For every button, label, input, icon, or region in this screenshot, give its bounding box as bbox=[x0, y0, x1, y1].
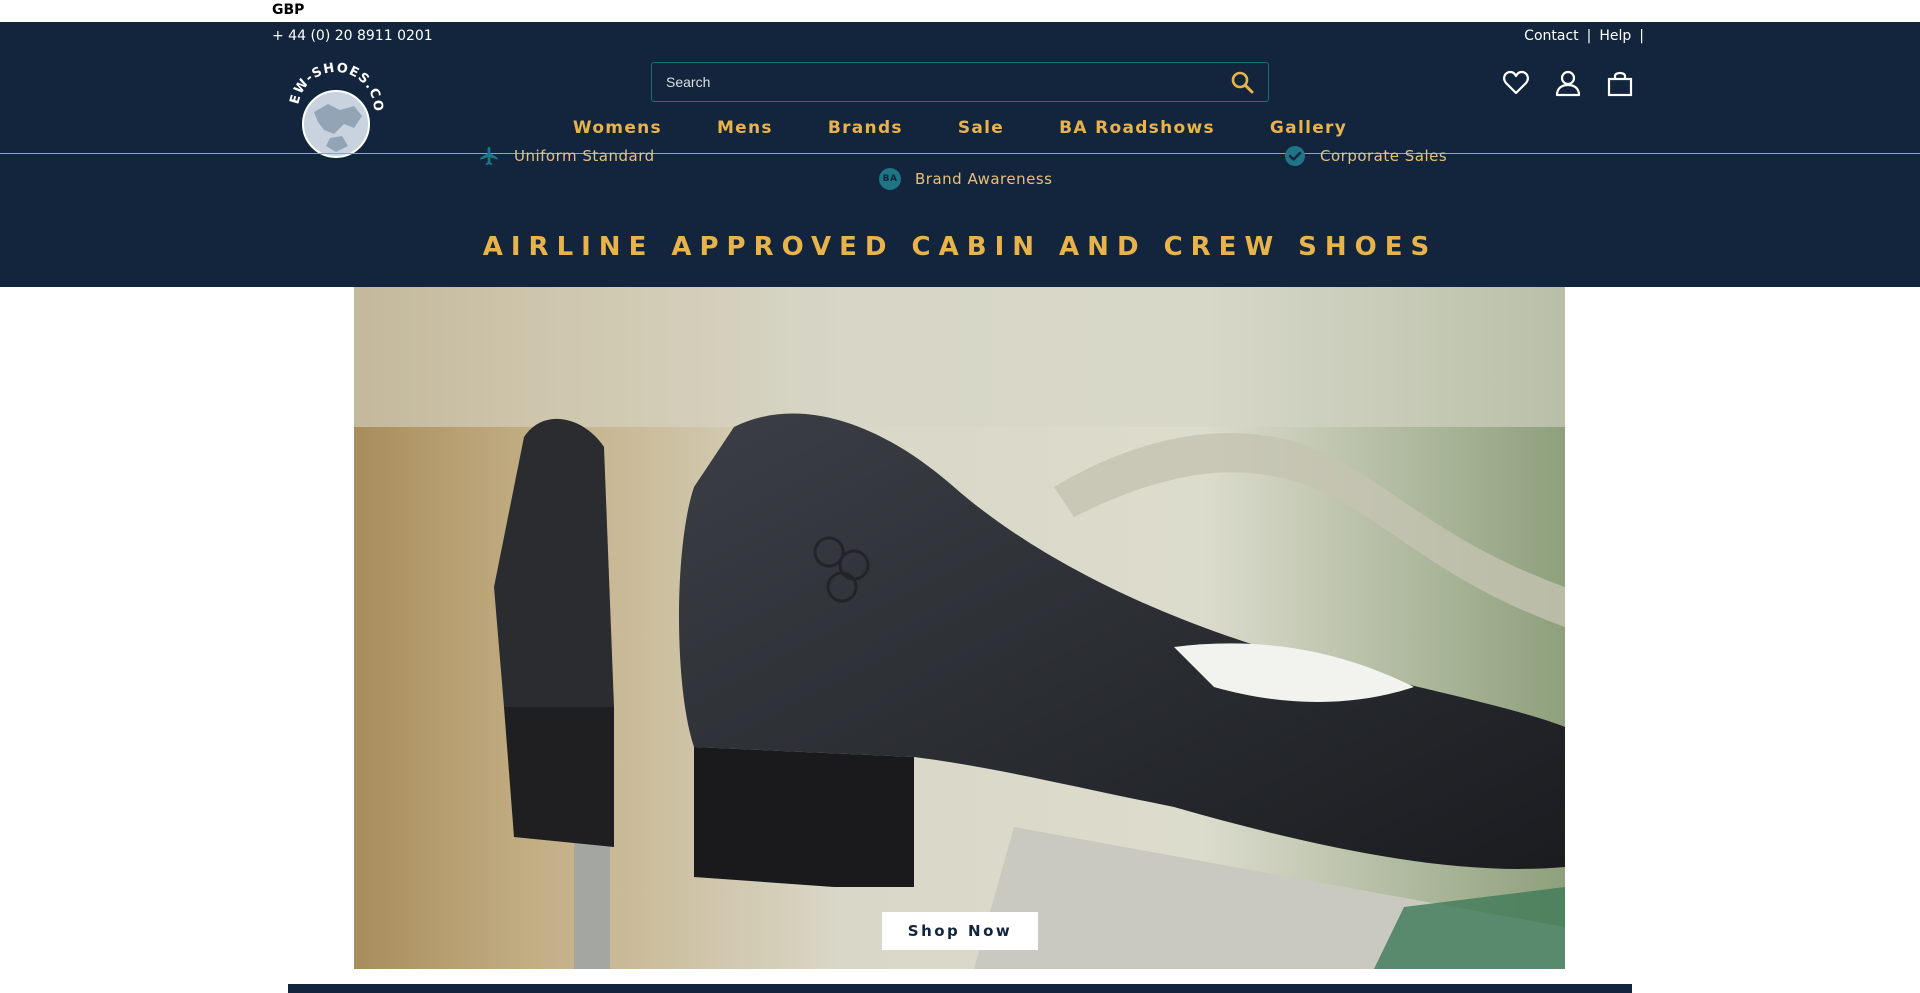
phone-number[interactable]: + 44 (0) 20 8911 0201 bbox=[272, 28, 433, 44]
nav-gallery[interactable]: Gallery bbox=[1270, 118, 1347, 138]
hero-banner[interactable] bbox=[354, 287, 1565, 969]
account-icons bbox=[1502, 69, 1634, 97]
nav-divider bbox=[0, 153, 1920, 154]
currency-bar: GBP bbox=[0, 0, 1920, 22]
bag-icon[interactable] bbox=[1606, 69, 1634, 97]
page-headline: AIRLINE APPROVED CABIN AND CREW SHOES bbox=[482, 232, 1438, 262]
nav-sale[interactable]: Sale bbox=[958, 118, 1004, 138]
nav-brands[interactable]: Brands bbox=[828, 118, 903, 138]
usp-label: Corporate Sales bbox=[1320, 147, 1448, 165]
check-circle-icon bbox=[1285, 146, 1305, 166]
top-links: Contact | Help | bbox=[1524, 28, 1644, 44]
search-input[interactable] bbox=[666, 63, 1206, 101]
ba-badge-icon: BA bbox=[879, 168, 901, 190]
nav-womens[interactable]: Womens bbox=[573, 118, 662, 138]
search-icon[interactable] bbox=[1230, 70, 1254, 94]
link-separator: | bbox=[1639, 28, 1644, 44]
search-box bbox=[651, 62, 1269, 102]
contact-link[interactable]: Contact bbox=[1524, 28, 1578, 44]
nav-mens[interactable]: Mens bbox=[717, 118, 773, 138]
link-separator: | bbox=[1586, 28, 1592, 44]
plane-icon bbox=[480, 146, 498, 166]
usp-label: Uniform Standard bbox=[514, 147, 655, 165]
hero-shoe-image bbox=[354, 287, 1565, 969]
usp-brand-awareness[interactable]: BA Brand Awareness bbox=[879, 168, 1053, 190]
usp-label: Brand Awareness bbox=[915, 170, 1053, 188]
nav-ba-roadshows[interactable]: BA Roadshows bbox=[1059, 118, 1215, 138]
usp-corporate-sales[interactable]: Corporate Sales bbox=[1284, 145, 1447, 167]
main-nav: Womens Mens Brands Sale BA Roadshows Gal… bbox=[0, 118, 1920, 138]
heart-icon[interactable] bbox=[1502, 69, 1530, 97]
footer-bar bbox=[288, 984, 1632, 993]
user-icon[interactable] bbox=[1554, 69, 1582, 97]
shop-now-button[interactable]: Shop Now bbox=[882, 912, 1038, 950]
currency-selector[interactable]: GBP bbox=[272, 2, 304, 18]
help-link[interactable]: Help bbox=[1599, 28, 1631, 44]
site-logo[interactable]: CREW-SHOES.COM bbox=[284, 54, 388, 164]
usp-uniform-standard[interactable]: Uniform Standard bbox=[478, 145, 655, 167]
